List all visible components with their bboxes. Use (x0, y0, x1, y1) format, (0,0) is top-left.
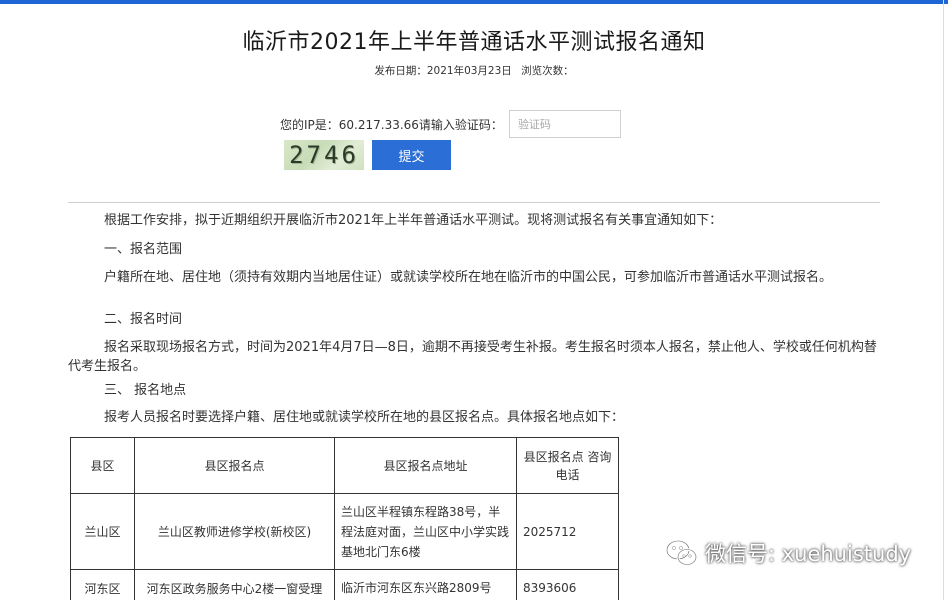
scope-paragraph: 户籍所在地、居住地（须持有效期内当地居住证）或就读学校所在地在临沂市的中国公民，… (104, 270, 833, 285)
ip-label: 您的IP是：60.217.33.66请输入验证码： (280, 117, 503, 132)
location-paragraph: 报考人员报名时要选择户籍、居住地或就读学校所在地的县区报名点。具体报名地点如下： (104, 410, 625, 425)
watermark-text: 微信号: xuehuistudy (705, 542, 912, 566)
view-count: 浏览次数： (521, 65, 574, 77)
wechat-icon (665, 539, 698, 566)
table-header-row: 县区 县区报名点 县区报名点地址 县区报名点 咨询电话 (70, 437, 619, 494)
wechat-watermark: 微信号: xuehuistudy (665, 538, 911, 568)
divider (68, 202, 880, 203)
table-cell: 河东区政务服务中心2楼一窗受理 (134, 569, 335, 600)
table-row: 河东区 河东区政务服务中心2楼一窗受理 临沂市河东区东兴路2809号 83936… (70, 569, 619, 600)
table-header-cell: 县区报名点 咨询电话 (516, 437, 619, 494)
page-right-border (943, 0, 944, 600)
table-cell: 兰山区半程镇东程路38号，半程法庭对面，兰山区中小学实践基地北门东6楼 (334, 493, 517, 570)
table-cell: 2025712 (516, 493, 619, 570)
table-cell: 临沂市河东区东兴路2809号 (334, 569, 517, 600)
table-header-cell: 县区报名点 (134, 437, 335, 494)
section-heading-location: 三、 报名地点 (104, 383, 187, 398)
intro-paragraph: 根据工作安排，拟于近期组织开展临沂市2021年上半年普通话水平测试。现将测试报名… (104, 213, 723, 228)
table-cell: 兰山区教师进修学校(新校区) (134, 493, 335, 570)
table-row: 兰山区 兰山区教师进修学校(新校区) 兰山区半程镇东程路38号，半程法庭对面，兰… (70, 493, 619, 570)
section-heading-scope: 一、报名范围 (104, 242, 183, 257)
verify-row: 您的IP是：60.217.33.66请输入验证码： (280, 110, 621, 138)
table-header-cell: 县区报名点地址 (334, 437, 517, 494)
page-title: 临沂市2021年上半年普通话水平测试报名通知 (242, 30, 706, 55)
table-cell: 河东区 (70, 569, 135, 600)
top-accent-bar (0, 0, 948, 4)
article-meta: 发布日期：2021年03月23日 浏览次数： (0, 63, 948, 78)
time-paragraph: 报名采取现场报名方式，时间为2021年4月7日—8日，逾期不再接受考生补报。考生… (68, 340, 877, 374)
table-header-cell: 县区 (70, 437, 135, 494)
registration-table: 县区 县区报名点 县区报名点地址 县区报名点 咨询电话 兰山区 兰山区教师进修学… (70, 437, 619, 600)
table-cell: 兰山区 (70, 493, 135, 570)
captcha-input[interactable] (508, 110, 621, 138)
captcha-image[interactable]: 2746 (284, 140, 364, 170)
publish-date: 发布日期：2021年03月23日 (374, 65, 512, 77)
table-cell: 8393606 (516, 569, 619, 600)
submit-button[interactable]: 提交 (372, 140, 451, 170)
captcha-text: 2746 (289, 141, 359, 169)
section-heading-time: 二、报名时间 (104, 312, 183, 327)
table-header-text: 县区报名点 咨询电话 (523, 449, 612, 482)
